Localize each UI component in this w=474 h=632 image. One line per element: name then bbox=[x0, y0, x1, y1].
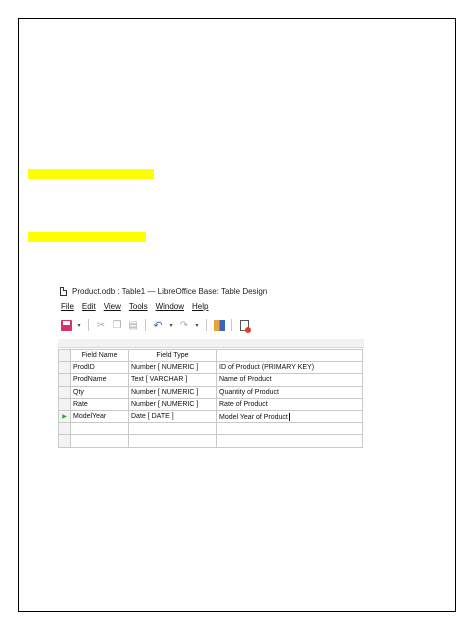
row-selector[interactable] bbox=[58, 385, 71, 399]
field-name-cell[interactable]: Qty bbox=[70, 385, 129, 399]
document-icon bbox=[60, 286, 67, 296]
table-row-empty[interactable] bbox=[58, 422, 363, 436]
column-header-description[interactable] bbox=[216, 348, 363, 363]
redo-button[interactable]: ↷ bbox=[178, 319, 190, 331]
save-icon bbox=[60, 319, 72, 331]
cut-icon: ✂ bbox=[96, 319, 106, 331]
paste-button[interactable]: ▤ bbox=[127, 319, 139, 331]
description-cell[interactable] bbox=[216, 422, 363, 436]
text-cursor bbox=[288, 412, 290, 421]
field-type-cell[interactable]: Text [ VARCHAR ] bbox=[128, 373, 217, 387]
row-selector[interactable] bbox=[58, 422, 71, 436]
title-bar: Product.odb : Table1 — LibreOffice Base:… bbox=[60, 284, 267, 298]
description-cell[interactable] bbox=[216, 434, 363, 448]
table-row[interactable]: ProdName Text [ VARCHAR ] Name of Produc… bbox=[58, 373, 363, 387]
copy-button[interactable]: ❐ bbox=[111, 319, 123, 331]
description-cell-editing[interactable]: Model Year of Product bbox=[216, 409, 363, 424]
save-button[interactable] bbox=[60, 319, 72, 331]
row-selector[interactable] bbox=[58, 434, 71, 448]
description-cell[interactable]: Rate of Product bbox=[216, 397, 363, 411]
menu-help[interactable]: Help bbox=[192, 302, 208, 311]
toolbar-separator bbox=[206, 319, 207, 331]
toolbar-separator bbox=[231, 319, 232, 331]
column-header-field-type[interactable]: Field Type bbox=[128, 348, 217, 363]
table-row-current[interactable]: ▶ ModelYear Date [ DATE ] Model Year of … bbox=[58, 409, 363, 424]
libreoffice-base-window: Product.odb : Table1 — LibreOffice Base:… bbox=[58, 281, 364, 463]
table-row[interactable]: Qty Number [ NUMERIC ] Quantity of Produ… bbox=[58, 385, 363, 399]
table-row[interactable]: Rate Number [ NUMERIC ] Rate of Product bbox=[58, 397, 363, 411]
field-type-cell[interactable]: Number [ NUMERIC ] bbox=[128, 361, 217, 375]
menu-tools[interactable]: Tools bbox=[129, 302, 148, 311]
new-document-button[interactable] bbox=[238, 319, 251, 333]
table-design-grid: Field Name Field Type ProdID Number [ NU… bbox=[58, 339, 364, 463]
description-text: Model Year of Product bbox=[219, 413, 288, 421]
redo-dropdown-button[interactable]: ▾ bbox=[194, 319, 200, 331]
field-name-cell[interactable] bbox=[70, 434, 129, 448]
field-name-cell[interactable] bbox=[70, 422, 129, 436]
cut-button[interactable]: ✂ bbox=[95, 319, 107, 331]
row-header-corner bbox=[58, 348, 71, 363]
menu-file[interactable]: File bbox=[61, 302, 74, 311]
current-row-arrow-icon: ▶ bbox=[62, 414, 67, 421]
field-type-cell[interactable]: Number [ NUMERIC ] bbox=[128, 397, 217, 411]
undo-icon: ↶ bbox=[153, 319, 163, 332]
field-grid: Field Name Field Type ProdID Number [ NU… bbox=[58, 348, 363, 448]
undo-dropdown-button[interactable]: ▾ bbox=[168, 319, 174, 331]
field-name-cell[interactable]: ProdName bbox=[70, 373, 129, 387]
field-name-cell[interactable]: ModelYear bbox=[70, 409, 129, 424]
table-row[interactable]: ProdID Number [ NUMERIC ] ID of Product … bbox=[58, 361, 363, 375]
field-type-cell[interactable] bbox=[128, 434, 217, 448]
toolbar-separator bbox=[88, 319, 89, 331]
redo-icon: ↷ bbox=[179, 319, 189, 331]
menu-view[interactable]: View bbox=[104, 302, 121, 311]
index-design-button[interactable] bbox=[213, 319, 225, 331]
highlight-bar-1 bbox=[28, 169, 154, 179]
grid-top-strip bbox=[58, 339, 364, 348]
description-cell[interactable]: ID of Product (PRIMARY KEY) bbox=[216, 361, 363, 375]
field-type-cell[interactable] bbox=[128, 422, 217, 436]
column-header-field-name[interactable]: Field Name bbox=[70, 348, 129, 363]
field-type-cell[interactable]: Number [ NUMERIC ] bbox=[128, 385, 217, 399]
menu-bar: File Edit View Tools Window Help bbox=[61, 302, 208, 311]
toolbar: ▾ ✂ ❐ ▤ ↶ ▾ ↷ ▾ bbox=[60, 317, 251, 333]
grid-header-row: Field Name Field Type bbox=[58, 348, 363, 363]
copy-icon: ❐ bbox=[112, 319, 122, 331]
paste-icon: ▤ bbox=[128, 319, 138, 331]
row-selector[interactable] bbox=[58, 361, 71, 375]
menu-window[interactable]: Window bbox=[156, 302, 184, 311]
description-cell[interactable]: Name of Product bbox=[216, 373, 363, 387]
row-selector[interactable] bbox=[58, 373, 71, 387]
field-name-cell[interactable]: Rate bbox=[70, 397, 129, 411]
toolbar-separator bbox=[145, 319, 146, 331]
field-type-cell[interactable]: Date [ DATE ] bbox=[128, 409, 217, 424]
description-cell[interactable]: Quantity of Product bbox=[216, 385, 363, 399]
row-selector[interactable] bbox=[58, 397, 71, 411]
new-document-icon bbox=[239, 319, 251, 333]
undo-button[interactable]: ↶ bbox=[152, 319, 164, 332]
save-dropdown-button[interactable]: ▾ bbox=[76, 319, 82, 331]
menu-edit[interactable]: Edit bbox=[82, 302, 96, 311]
window-title: Product.odb : Table1 — LibreOffice Base:… bbox=[72, 286, 268, 296]
row-selector-current[interactable]: ▶ bbox=[58, 409, 71, 424]
field-name-cell[interactable]: ProdID bbox=[70, 361, 129, 375]
table-row-empty[interactable] bbox=[58, 434, 363, 448]
highlight-bar-2 bbox=[28, 232, 146, 242]
index-design-icon bbox=[213, 319, 225, 331]
